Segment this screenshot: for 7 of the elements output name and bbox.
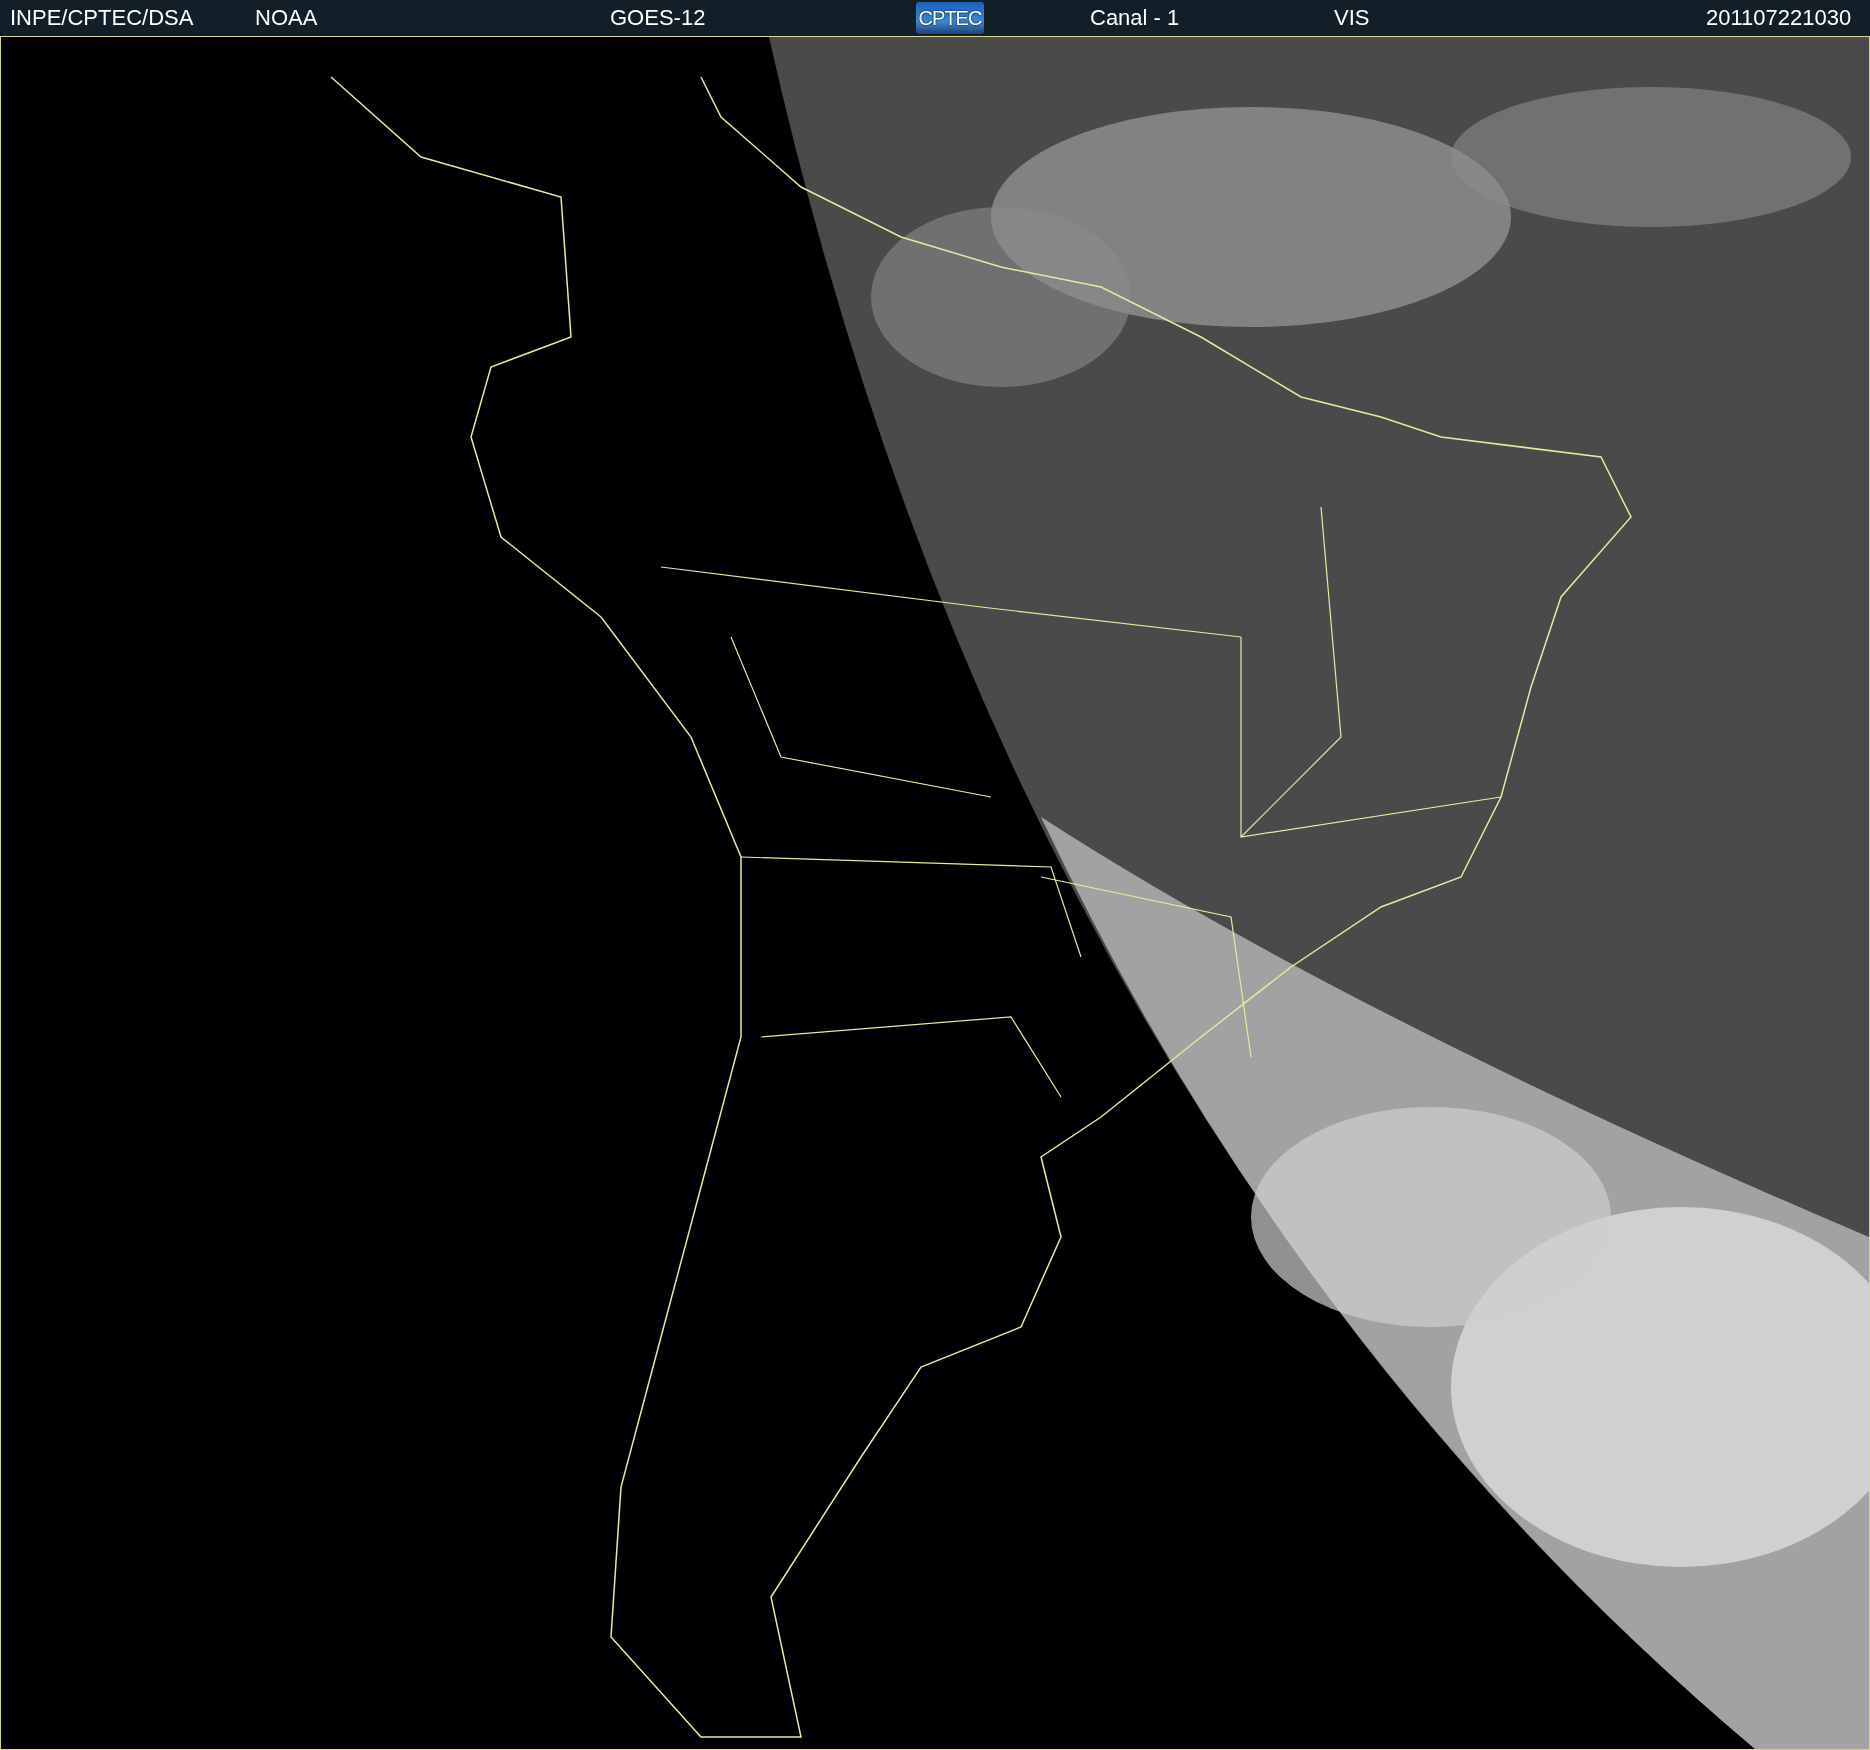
logo: CPTEC — [916, 2, 984, 34]
header-label: NOAA — [254, 5, 319, 31]
header-label: INPE/CPTEC/DSA — [9, 5, 195, 31]
header-label: 201107221030 — [1705, 5, 1853, 31]
header-label: Canal - 1 — [1089, 5, 1181, 31]
header-label: GOES-12 — [609, 5, 707, 31]
header-label: VIS — [1333, 5, 1371, 31]
